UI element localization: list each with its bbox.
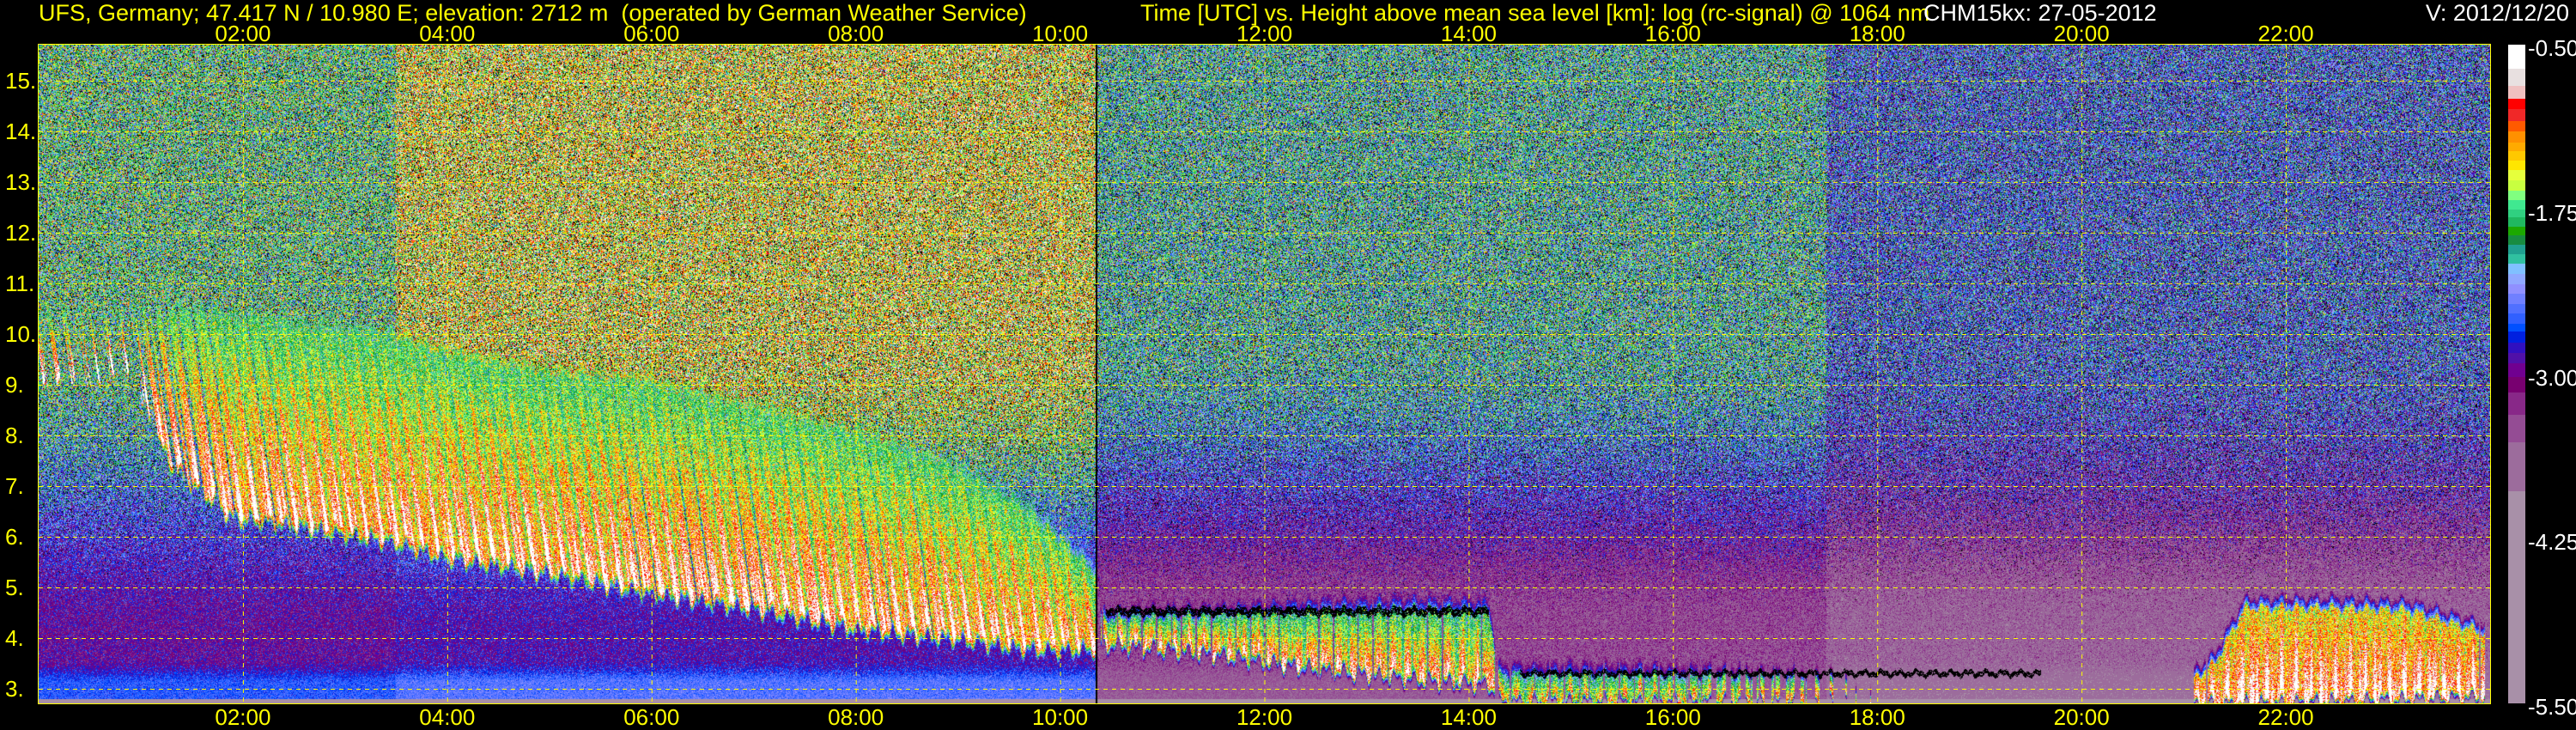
- colorbar-segment: [2508, 216, 2525, 228]
- x-tick-label-top: 02:00: [215, 21, 271, 46]
- x-tick-label-top: 08:00: [828, 21, 884, 46]
- y-tick-label: 6.: [5, 523, 24, 550]
- colorbar-segment: [2508, 392, 2525, 416]
- colorbar-segment: [2508, 415, 2525, 443]
- x-tick-label-top: 20:00: [2053, 21, 2110, 46]
- version-label: V: 2012/12/20: [2425, 0, 2569, 26]
- colorbar-segment: [2508, 142, 2525, 152]
- colorbar-segment: [2508, 304, 2525, 314]
- colorbar-segment: [2508, 85, 2525, 100]
- x-tick-label-top: 10:00: [1032, 21, 1089, 46]
- instrument-date: CHM15kx: 27-05-2012: [1923, 0, 2157, 26]
- x-tick-label-top: 06:00: [623, 21, 680, 46]
- y-tick-label: 3.: [5, 676, 24, 702]
- colorbar-segment: [2508, 332, 2525, 344]
- x-tick-label-bottom: 10:00: [1032, 704, 1089, 730]
- colorbar-segment: [2508, 235, 2525, 246]
- y-tick-label: 10.: [5, 320, 37, 347]
- colorbar: [2508, 45, 2525, 704]
- colorbar-segment: [2508, 363, 2525, 378]
- colorbar-tick-label: -4.25: [2528, 529, 2576, 556]
- y-tick-label: 12.: [5, 219, 37, 246]
- colorbar-segment: [2508, 45, 2525, 70]
- colorbar-segment: [2508, 200, 2525, 210]
- colorbar-tick-label: -5.50: [2528, 694, 2576, 720]
- x-tick-label-bottom: 16:00: [1644, 704, 1701, 730]
- y-tick-label: 11.: [5, 270, 35, 296]
- x-tick-label-top: 18:00: [1849, 21, 1905, 46]
- colorbar-segment: [2508, 169, 2525, 181]
- y-tick-label: 9.: [5, 371, 24, 398]
- colorbar-segment: [2508, 160, 2525, 171]
- x-tick-label-bottom: 20:00: [2053, 704, 2110, 730]
- colorbar-segment: [2508, 253, 2525, 265]
- colorbar-segment: [2508, 191, 2525, 201]
- x-tick-label-top: 16:00: [1644, 21, 1701, 46]
- colorbar-segment: [2508, 120, 2525, 132]
- x-tick-label-top: 04:00: [419, 21, 476, 46]
- colorbar-segment: [2508, 263, 2525, 275]
- colorbar-segment: [2508, 273, 2525, 285]
- colorbar-segment: [2508, 68, 2525, 87]
- y-tick-label: 7.: [5, 472, 24, 499]
- colorbar-segment: [2508, 151, 2525, 161]
- y-tick-label: 8.: [5, 422, 24, 448]
- x-tick-label-bottom: 12:00: [1236, 704, 1293, 730]
- colorbar-segment: [2508, 342, 2525, 354]
- colorbar-tick-label: -1.75: [2528, 199, 2576, 226]
- backscatter-heatmap: [39, 45, 2490, 703]
- x-tick-label-top: 22:00: [2257, 21, 2314, 46]
- colorbar-tick-label: -3.00: [2528, 364, 2576, 391]
- colorbar-tick-label: -0.50: [2528, 35, 2576, 61]
- y-tick-label: 14.: [5, 118, 37, 144]
- x-tick-label-bottom: 02:00: [215, 704, 271, 730]
- y-tick-label: 13.: [5, 168, 37, 195]
- x-tick-label-top: 14:00: [1440, 21, 1497, 46]
- x-tick-label-bottom: 14:00: [1440, 704, 1497, 730]
- colorbar-segment: [2508, 98, 2525, 110]
- colorbar-segment: [2508, 245, 2525, 255]
- colorbar-segment: [2508, 131, 2525, 143]
- colorbar-segment: [2508, 180, 2525, 192]
- colorbar-segment: [2508, 226, 2525, 236]
- x-tick-label-bottom: 08:00: [828, 704, 884, 730]
- colorbar-segment: [2508, 109, 2525, 122]
- x-tick-label-bottom: 18:00: [1849, 704, 1905, 730]
- colorbar-segment: [2508, 352, 2525, 364]
- y-tick-label: 5.: [5, 574, 24, 600]
- x-tick-label-top: 12:00: [1236, 21, 1293, 46]
- colorbar-segment: [2508, 442, 2525, 492]
- colorbar-segment: [2508, 376, 2525, 393]
- colorbar-segment: [2508, 491, 2525, 704]
- colorbar-segment: [2508, 313, 2525, 325]
- colorbar-segment: [2508, 284, 2525, 295]
- x-tick-label-bottom: 06:00: [623, 704, 680, 730]
- y-tick-label: 4.: [5, 624, 24, 651]
- y-tick-label: 15.: [5, 67, 37, 94]
- x-tick-label-bottom: 04:00: [419, 704, 476, 730]
- colorbar-segment: [2508, 293, 2525, 305]
- x-tick-label-bottom: 22:00: [2257, 704, 2314, 730]
- gridlines: [39, 45, 2490, 703]
